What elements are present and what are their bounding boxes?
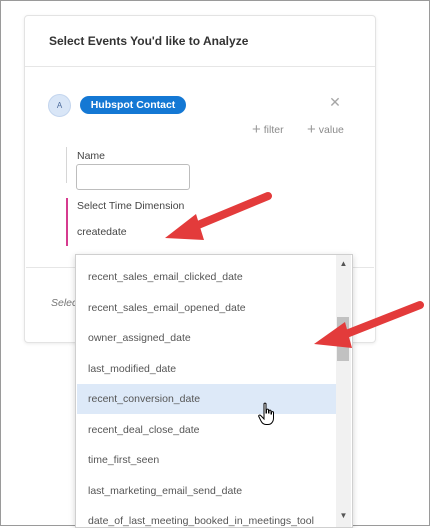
dropdown-option[interactable]: recent_deal_close_date (77, 415, 336, 445)
close-icon[interactable]: ✕ (327, 94, 343, 110)
event-letter-avatar: A (48, 94, 71, 117)
dropdown-option[interactable]: recent_sales_email_clicked_date (77, 262, 336, 292)
active-indicator (66, 198, 68, 246)
name-input[interactable] (76, 164, 190, 190)
time-dimension-label: Select Time Dimension (77, 200, 185, 212)
dropdown-option[interactable]: time_first_seen (77, 445, 336, 475)
dropdown-option[interactable]: last_modified_date (77, 354, 336, 384)
card-header: Select Events You'd like to Analyze (25, 16, 375, 67)
scrollbar-thumb[interactable] (337, 317, 349, 361)
event-pill[interactable]: Hubspot Contact (80, 96, 186, 114)
tree-line (66, 147, 67, 183)
time-dimension-value[interactable]: createdate (77, 226, 127, 238)
time-dimension-dropdown[interactable]: recent_sales_email_clicked_date recent_s… (75, 254, 353, 528)
card-title: Select Events You'd like to Analyze (49, 34, 249, 48)
scroll-down-icon[interactable]: ▼ (336, 509, 351, 523)
dropdown-option[interactable]: owner_assigned_date (77, 323, 336, 353)
plus-icon: + (252, 121, 261, 138)
dropdown-scrollbar[interactable]: ▲ ▼ (336, 255, 351, 527)
name-label: Name (77, 150, 106, 162)
dropdown-option[interactable]: recent_sales_email_opened_date (77, 293, 336, 323)
dropdown-option[interactable]: date_of_last_meeting_booked_in_meetings_… (77, 506, 336, 527)
plus-icon: + (307, 121, 316, 138)
add-value-button[interactable]: + value (307, 122, 344, 138)
add-filter-label: filter (263, 124, 284, 136)
hand-cursor-icon (258, 402, 274, 425)
scroll-up-icon[interactable]: ▲ (336, 257, 351, 271)
dropdown-option[interactable]: last_marketing_email_send_date (77, 476, 336, 506)
add-filter-button[interactable]: + filter (252, 122, 284, 138)
dropdown-option-highlighted[interactable]: recent_conversion_date (77, 384, 336, 414)
add-value-label: value (318, 124, 344, 136)
